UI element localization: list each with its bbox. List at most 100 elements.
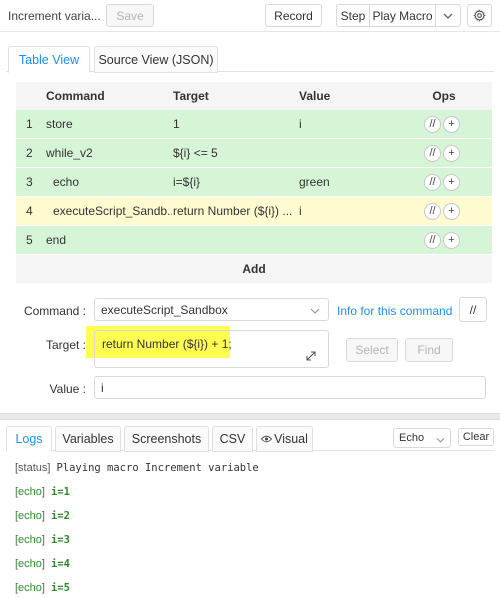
row-value: green (299, 175, 330, 189)
row-target: 1 (173, 117, 180, 131)
record-button[interactable]: Record (265, 4, 322, 27)
row-index: 5 (26, 233, 33, 247)
row-ops: // + (424, 197, 484, 225)
row-command: echo (53, 175, 80, 189)
log-entry: [echo] i=1 (15, 480, 495, 504)
log-message: i=3 (50, 534, 70, 546)
table-row[interactable]: 2 while_v2 ${i} <= 5 // + (16, 139, 492, 168)
command-table: Command Target Value Ops 1 store 1 i // … (16, 82, 492, 283)
settings-button[interactable] (467, 4, 492, 27)
row-value: i (299, 117, 302, 131)
comment-command-button[interactable]: // (459, 297, 487, 322)
expand-icon[interactable] (306, 351, 316, 361)
editor-tabs: Table View Source View (JSON) (6, 46, 494, 73)
log-tag: [echo] (15, 582, 45, 594)
add-command-button[interactable]: Add (16, 255, 492, 283)
log-list: [status] Playing macro Increment variabl… (15, 456, 495, 598)
tab-logs[interactable]: Logs (6, 426, 52, 452)
row-value (299, 139, 409, 167)
comment-row-button[interactable]: // (424, 173, 441, 191)
target-input-value: return Number (${i}) + 1; (102, 337, 232, 351)
panel-resize-handle[interactable] (0, 413, 500, 420)
row-ops: // + (424, 226, 484, 254)
gear-icon (473, 9, 486, 22)
log-tag: [echo] (15, 534, 45, 546)
eye-icon (261, 435, 273, 443)
column-header-target: Target (173, 89, 209, 103)
row-index: 2 (26, 146, 33, 160)
step-button[interactable]: Step (336, 4, 370, 27)
log-entry: [echo] i=3 (15, 528, 495, 552)
table-row[interactable]: 5 end // + (16, 226, 492, 255)
play-macro-button[interactable]: Play Macro (369, 4, 436, 27)
log-filter-value: Echo (399, 432, 425, 444)
row-target: return Number (${i}) ... (173, 204, 293, 218)
tab-table-view[interactable]: Table View (8, 46, 90, 73)
add-row-button[interactable]: + (443, 202, 460, 220)
table-row[interactable]: 1 store 1 i // + (16, 110, 492, 139)
tab-variables[interactable]: Variables (55, 426, 121, 452)
select-target-button[interactable]: Select (346, 338, 398, 362)
row-index: 3 (26, 175, 33, 189)
row-command: while_v2 (46, 146, 93, 160)
chevron-down-icon (436, 437, 445, 443)
log-tag: [echo] (15, 558, 45, 570)
tab-visual-label: Visual (274, 432, 308, 446)
command-select[interactable]: executeScript_Sandbox (94, 298, 329, 321)
log-tag: [echo] (15, 486, 45, 498)
find-target-button[interactable]: Find (405, 338, 453, 362)
row-command: executeScript_Sandb... (53, 204, 172, 218)
row-value (299, 226, 409, 254)
log-message: i=5 (50, 582, 70, 594)
log-entry: [echo] i=4 (15, 552, 495, 576)
chevron-down-icon (443, 13, 453, 19)
save-button[interactable]: Save (106, 4, 154, 27)
column-header-ops: Ops (432, 89, 456, 103)
row-command: end (46, 233, 67, 247)
log-entry: [echo] i=2 (15, 504, 495, 528)
value-field-label: Value : (49, 382, 86, 396)
log-tag: [echo] (15, 510, 45, 522)
tab-screenshots[interactable]: Screenshots (124, 426, 209, 452)
log-message: Playing macro Increment variable (56, 462, 259, 474)
comment-row-button[interactable]: // (424, 144, 441, 162)
row-index: 1 (26, 117, 33, 131)
row-command: store (46, 117, 73, 131)
log-message: i=2 (50, 510, 70, 522)
table-row-selected[interactable]: 4 executeScript_Sandb... return Number (… (16, 197, 492, 226)
row-target (173, 226, 298, 254)
command-field-label: Command : (23, 304, 86, 318)
tab-source-view[interactable]: Source View (JSON) (94, 46, 218, 73)
log-entry: [echo] i=5 (15, 576, 495, 598)
add-row-button[interactable]: + (443, 231, 460, 249)
log-tag: [status] (15, 462, 51, 474)
log-filter-select[interactable]: Echo (393, 428, 451, 448)
column-header-value: Value (299, 89, 331, 103)
top-toolbar: Increment varia... Save Record Step Play… (0, 0, 500, 32)
row-ops: // + (424, 168, 484, 196)
tab-visual[interactable]: Visual (256, 426, 313, 452)
comment-row-button[interactable]: // (424, 202, 441, 220)
command-select-value: executeScript_Sandbox (101, 302, 228, 317)
add-row-button[interactable]: + (443, 144, 460, 162)
value-input[interactable]: i (94, 376, 486, 399)
play-options-button[interactable] (435, 4, 461, 27)
table-row[interactable]: 3 echo i=${i} green // + (16, 168, 492, 197)
row-ops: // + (424, 139, 484, 167)
target-field-label: Target : (45, 338, 86, 352)
log-message: i=1 (50, 486, 70, 498)
clear-logs-button[interactable]: Clear (458, 428, 494, 446)
log-entry: [status] Playing macro Increment variabl… (15, 456, 495, 480)
comment-row-button[interactable]: // (424, 231, 441, 249)
comment-row-button[interactable]: // (424, 115, 441, 133)
row-target: i=${i} (173, 175, 201, 189)
row-value: i (299, 204, 302, 218)
add-row-button[interactable]: + (443, 115, 460, 133)
command-info-link[interactable]: Info for this command (337, 304, 452, 318)
row-ops: // + (424, 110, 484, 138)
row-index: 4 (26, 204, 33, 218)
add-row-button[interactable]: + (443, 173, 460, 191)
column-header-command: Command (46, 89, 105, 103)
tab-csv[interactable]: CSV (212, 426, 253, 452)
chevron-down-icon (310, 308, 320, 314)
